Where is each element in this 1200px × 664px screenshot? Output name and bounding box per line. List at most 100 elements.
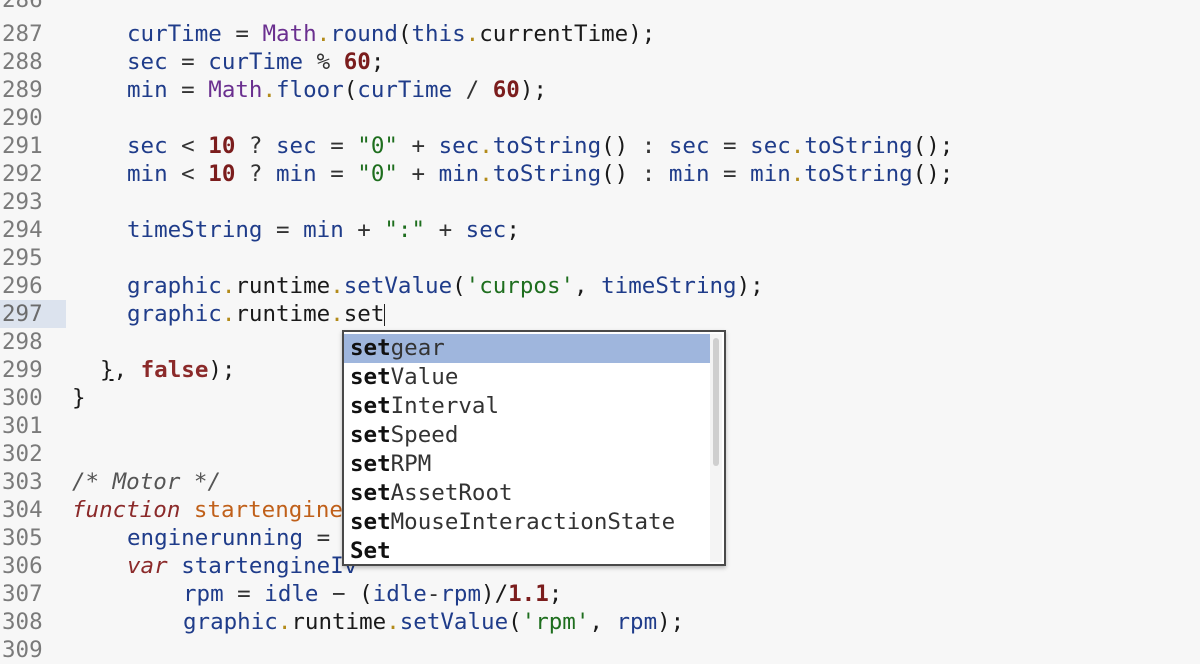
autocomplete-item-setvalue[interactable]: setValue [344, 363, 712, 392]
code-line[interactable]: rpm = idle − (idle-rpm)/1.1; [183, 580, 562, 608]
autocomplete-item-setgear[interactable]: setgear [344, 334, 712, 363]
token: . [386, 609, 400, 635]
token: . [277, 609, 292, 635]
autocomplete-scrollbar[interactable] [710, 334, 722, 562]
autocomplete-item-setrpm[interactable]: setRPM [344, 450, 712, 479]
autocomplete-item-setinterval[interactable]: setInterval [344, 392, 712, 421]
code-editor[interactable]: 286 287 288 289 290 291 292 293 294 295 … [0, 0, 1200, 663]
token: = [709, 161, 751, 187]
token: set [343, 301, 385, 327]
token: - [426, 581, 441, 607]
token: currentTime [479, 21, 629, 47]
token: sec [276, 133, 317, 159]
suggestion-rest: RPM [390, 451, 432, 477]
token: = [167, 77, 209, 103]
line-number: 301 [2, 413, 43, 439]
code-line[interactable]: } [72, 384, 86, 412]
code-line[interactable]: graphic.runtime.setValue('rpm', rpm); [183, 608, 684, 636]
token: sec [438, 133, 480, 159]
token: startengineIv [181, 553, 358, 579]
token: false [140, 357, 209, 383]
token: () [601, 133, 629, 159]
token: . [330, 301, 344, 327]
token: toString [492, 161, 602, 187]
line-number: 296 [2, 273, 43, 299]
match-prefix: set [350, 422, 391, 448]
token: idle [264, 581, 319, 607]
token: curTime [208, 49, 304, 75]
code-line[interactable]: curTime = Math.round(this.currentTime); [127, 20, 655, 48]
line-number: 304 [2, 497, 43, 523]
line-number: 302 [2, 441, 43, 467]
token: + [425, 217, 466, 243]
token: , [589, 609, 617, 635]
token: min [276, 161, 317, 187]
token: 10 [208, 161, 236, 187]
code-line[interactable]: timeString = min + ":" + sec; [127, 216, 520, 244]
code-line[interactable]: min = Math.floor(curTime / 60); [127, 76, 547, 104]
code-line[interactable]: /* Motor */ [72, 468, 221, 496]
autocomplete-popup[interactable]: setgear setValue setInterval setSpeed se… [342, 330, 726, 566]
token: (); [912, 161, 954, 187]
token: runtime [235, 273, 331, 299]
suggestion-rest: Value [390, 364, 459, 390]
scrollbar-thumb[interactable] [713, 338, 719, 466]
match-prefix: set [350, 509, 391, 535]
token: function [72, 497, 181, 523]
code-line[interactable]: sec = curTime % 60; [127, 48, 384, 76]
token: − [318, 581, 360, 607]
line-number: 286 [2, 0, 43, 13]
token: , [113, 357, 141, 383]
line-number: 309 [2, 637, 43, 663]
token: : [628, 161, 669, 187]
match-prefix: set [350, 451, 391, 477]
token: min [750, 161, 791, 187]
token: ); [208, 357, 236, 383]
code-line[interactable]: enginerunning = [127, 524, 330, 552]
token: sec [668, 133, 710, 159]
line-number: 292 [2, 161, 43, 187]
code-line[interactable]: min < 10 ? min = "0" + min.toString() : … [127, 160, 953, 188]
match-prefix: set [350, 364, 391, 390]
token: 'rpm' [521, 609, 590, 635]
token: "0" [357, 133, 398, 159]
code-line[interactable]: }, false); [100, 356, 235, 384]
token: enginerunning [127, 525, 304, 551]
autocomplete-item-set[interactable]: Set [344, 537, 712, 566]
token: . [221, 273, 236, 299]
token: , [574, 273, 602, 299]
token: = [167, 49, 209, 75]
autocomplete-item-setspeed[interactable]: setSpeed [344, 421, 712, 450]
token: min [127, 161, 168, 187]
current-code-line[interactable]: graphic.runtime.set [127, 300, 386, 328]
token: rpm [183, 581, 224, 607]
token: runtime [235, 301, 331, 327]
code-line[interactable]: function startengine [72, 496, 343, 524]
token: startengine [193, 497, 343, 523]
suggestion-rest: Interval [390, 393, 500, 419]
code-line[interactable]: var startengineIv [127, 552, 357, 580]
token: = [316, 161, 358, 187]
token: toString [804, 133, 913, 159]
token: ":" [384, 217, 426, 243]
token: . [316, 21, 331, 47]
autocomplete-item-setmouseinteractionstate[interactable]: setMouseInteractionState [344, 508, 712, 537]
token: : [628, 133, 669, 159]
suggestion-rest: AssetRoot [390, 480, 513, 506]
code-line[interactable]: graphic.runtime.setValue('curpos', timeS… [127, 272, 764, 300]
token: rpm [616, 609, 658, 635]
current-line-number: 297 [0, 300, 66, 328]
token: . [790, 161, 805, 187]
token: + [343, 217, 385, 243]
suggestion-rest: Speed [390, 422, 459, 448]
autocomplete-item-setassetroot[interactable]: setAssetRoot [344, 479, 712, 508]
token: ( [452, 273, 466, 299]
token: ); [519, 77, 547, 103]
token: = [223, 581, 265, 607]
code-line[interactable]: sec < 10 ? sec = "0" + sec.toString() : … [127, 132, 953, 160]
text-cursor [384, 303, 386, 326]
token: floor [276, 77, 344, 103]
token: graphic [183, 609, 278, 635]
token: min [668, 161, 710, 187]
